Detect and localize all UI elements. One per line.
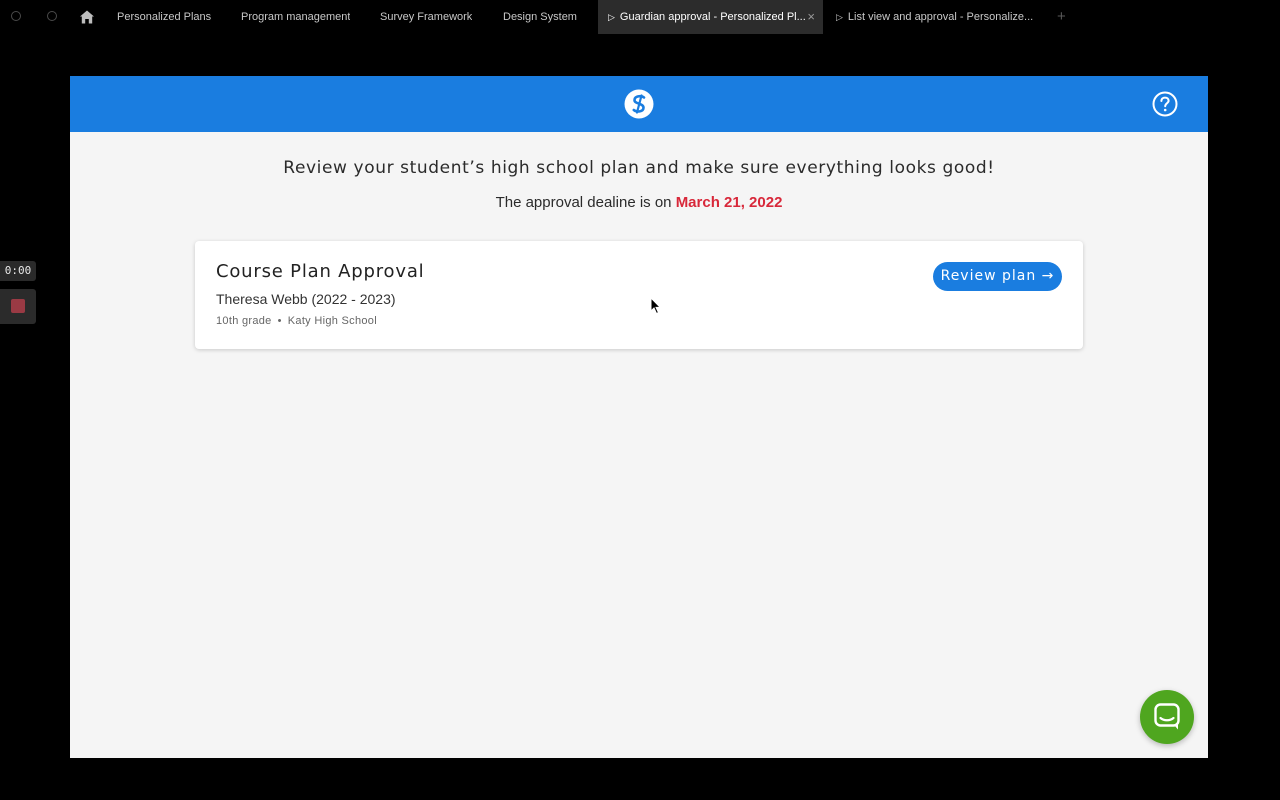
play-icon: ▷	[608, 12, 615, 22]
deadline-prefix: The approval dealine is on	[495, 194, 672, 211]
course-plan-card: Course Plan Approval Theresa Webb (2022 …	[195, 241, 1083, 349]
tab-list-view-approval[interactable]: ▷ List view and approval - Personalize...	[836, 0, 1036, 34]
deadline-date: March 21, 2022	[675, 194, 783, 211]
tab-label: Personalized Plans	[117, 11, 212, 23]
school-label: Katy High School	[287, 315, 377, 327]
tab-survey-framework[interactable]: Survey Framework	[380, 0, 472, 34]
tab-guardian-approval[interactable]: ▷ Guardian approval - Personalized Pl... …	[598, 0, 823, 34]
tab-label: Guardian approval - Personalized Pl...	[619, 11, 806, 23]
help-icon[interactable]	[1152, 91, 1178, 117]
tab-personalized-plans[interactable]: Personalized Plans	[117, 0, 211, 34]
play-icon: ▷	[836, 12, 843, 22]
meta-separator: •	[277, 315, 282, 327]
recording-timer: 0:00	[0, 261, 36, 281]
stop-recording-button[interactable]	[0, 289, 36, 324]
chat-button[interactable]	[1140, 690, 1194, 744]
logo-icon[interactable]	[624, 89, 654, 119]
add-tab-button[interactable]: +	[1057, 0, 1066, 34]
grade-label: 10th grade	[216, 315, 272, 327]
deadline-text: The approval dealine is on March 21, 202…	[70, 194, 1208, 211]
chat-icon	[1154, 703, 1180, 730]
app-header	[70, 76, 1208, 132]
tab-label: Program management	[241, 11, 351, 23]
review-plan-button[interactable]: Review plan →	[933, 262, 1062, 291]
window-dot-1[interactable]	[11, 11, 21, 21]
tab-bar: Personalized Plans Program management Su…	[0, 0, 1280, 34]
student-name: Theresa Webb (2022 - 2023)	[216, 291, 396, 307]
window-dot-2[interactable]	[47, 11, 57, 21]
student-meta: 10th grade • Katy High School	[216, 315, 377, 327]
stop-icon	[11, 299, 25, 313]
intro-text: Review your student’s high school plan a…	[283, 158, 995, 178]
tab-label: Survey Framework	[380, 11, 473, 23]
close-tab-icon[interactable]: ×	[807, 0, 815, 34]
tab-label: Design System	[503, 11, 577, 23]
tab-design-system[interactable]: Design System	[503, 0, 577, 34]
card-title: Course Plan Approval	[216, 261, 425, 282]
home-icon[interactable]	[79, 9, 95, 25]
tab-label: List view and approval - Personalize...	[847, 11, 1034, 23]
mouse-cursor-icon	[650, 297, 662, 315]
tab-program-management[interactable]: Program management	[241, 0, 350, 34]
app-window: Review your student’s high school plan a…	[70, 76, 1208, 758]
